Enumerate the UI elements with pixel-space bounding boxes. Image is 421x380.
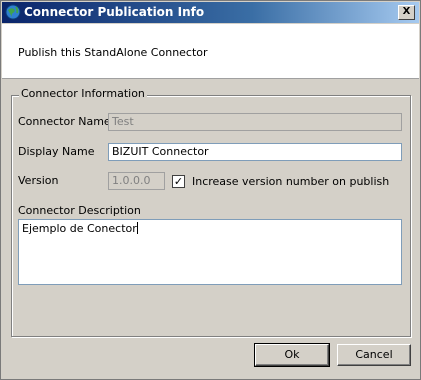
cancel-button[interactable]: Cancel — [337, 344, 411, 366]
window-title: Connector Publication Info — [24, 5, 205, 19]
ok-button[interactable]: Ok — [254, 343, 330, 367]
increase-version-checkbox[interactable]: ✓ — [172, 175, 185, 188]
display-name-label: Display Name — [18, 145, 95, 158]
description-text: Ejemplo de Conector — [22, 222, 137, 235]
increase-version-label[interactable]: Increase version number on publish — [192, 175, 389, 188]
title-bar[interactable]: Connector Publication Info X — [2, 2, 419, 23]
text-caret — [136, 222, 138, 234]
group-label: Connector Information — [19, 87, 147, 100]
version-field: 1.0.0.0 — [108, 172, 165, 190]
display-name-field[interactable]: BIZUIT Connector — [108, 143, 402, 161]
checkmark-icon: ✓ — [173, 175, 184, 188]
globe-icon — [5, 4, 21, 20]
header-text: Publish this StandAlone Connector — [18, 46, 208, 59]
connector-name-label: Connector Name — [18, 115, 111, 128]
close-icon: X — [402, 6, 411, 17]
connector-description-label: Connector Description — [18, 204, 141, 217]
close-button[interactable]: X — [398, 5, 415, 20]
dialog-window: Connector Publication Info X Publish thi… — [0, 0, 421, 380]
header-panel: Publish this StandAlone Connector — [2, 24, 419, 79]
connector-description-textarea[interactable]: Ejemplo de Conector — [18, 219, 402, 285]
connector-name-field: Test — [108, 113, 402, 131]
version-label: Version — [18, 174, 59, 187]
